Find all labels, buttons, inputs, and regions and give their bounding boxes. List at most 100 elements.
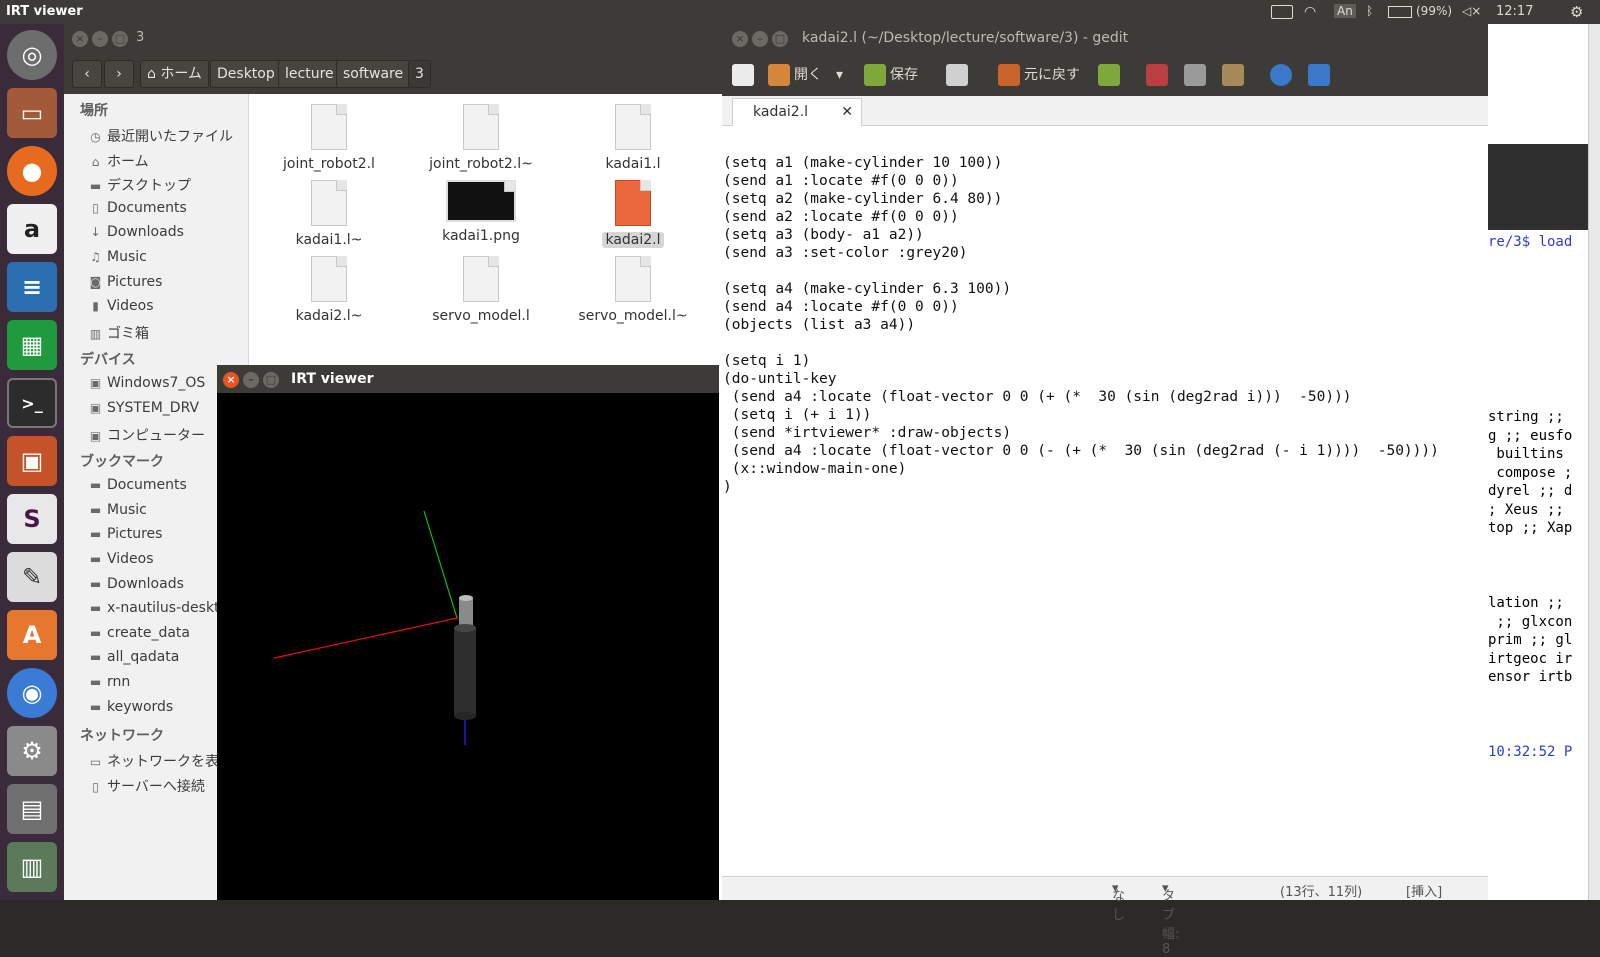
paste-button[interactable] xyxy=(1222,62,1248,88)
print-button[interactable] xyxy=(946,62,972,88)
file-item[interactable]: servo_model.l xyxy=(411,256,551,324)
sidebar-place-item[interactable]: ▯ Documents xyxy=(88,200,187,216)
irt-viewer-titlebar[interactable]: × – □ IRT viewer xyxy=(217,365,719,393)
open-button[interactable]: 開く xyxy=(768,62,822,88)
file-item[interactable]: joint_robot2.l xyxy=(259,104,399,172)
search-button[interactable] xyxy=(1270,62,1296,88)
sidebar-place-item[interactable]: ↓ Downloads xyxy=(88,224,183,240)
file-manager-titlebar[interactable]: × – □ 3 xyxy=(64,24,732,54)
sidebar-bookmark-item[interactable]: ▬ Pictures xyxy=(88,526,163,542)
workspace-icon[interactable]: ▤ xyxy=(7,784,57,834)
save-button[interactable]: 保存 xyxy=(864,62,918,88)
terminal-scrollbar[interactable] xyxy=(1588,24,1600,900)
file-item[interactable]: kadai1.l xyxy=(563,104,703,172)
path-lecture-button[interactable]: lecture xyxy=(278,60,341,88)
battery-icon[interactable] xyxy=(1388,6,1412,18)
replace-button[interactable] xyxy=(1308,62,1334,88)
sidebar-network-item[interactable]: ▭ ネットワークを表示 xyxy=(88,751,233,771)
volume-icon[interactable]: ◁× xyxy=(1462,4,1481,18)
file-item[interactable]: kadai2.l~ xyxy=(259,256,399,324)
file-item[interactable]: servo_model.l~ xyxy=(563,256,703,324)
clock[interactable]: 12:17 xyxy=(1496,4,1533,19)
maximize-icon[interactable]: □ xyxy=(772,31,788,47)
close-tab-icon[interactable]: ✕ xyxy=(841,99,853,125)
sidebar-device-item[interactable]: ▣ Windows7_OS xyxy=(88,375,205,391)
viewer-canvas[interactable] xyxy=(217,393,719,900)
folder-icon: ▬ xyxy=(89,601,102,616)
sidebar-bookmark-item[interactable]: ▬ create_data xyxy=(88,625,190,641)
minimize-icon[interactable]: – xyxy=(243,372,259,388)
forward-button[interactable]: › xyxy=(104,60,134,88)
sidebar-device-item[interactable]: ▣ SYSTEM_DRV xyxy=(88,400,199,416)
folder-icon: ▬ xyxy=(89,650,102,665)
undo-button[interactable]: 元に戻す xyxy=(998,62,1080,88)
sidebar-bookmark-item[interactable]: ▬ x-nautilus-deskt xyxy=(88,600,220,616)
gedit-titlebar[interactable]: × – □ kadai2.l (~/Desktop/lecture/softwa… xyxy=(722,24,1488,54)
sidebar-network-item[interactable]: ▯ サーバーへ接続 xyxy=(88,776,205,796)
sidebar-place-item[interactable]: ◷ 最近開いたファイル xyxy=(88,126,233,146)
minimize-icon[interactable]: – xyxy=(92,31,108,47)
settings-icon[interactable]: ⚙ xyxy=(7,726,57,776)
maximize-icon[interactable]: □ xyxy=(112,31,128,47)
sidebar-bookmark-item[interactable]: ▬ Documents xyxy=(88,477,187,493)
file-item[interactable]: kadai1.l~ xyxy=(259,180,399,248)
sidebar-bookmark-item[interactable]: ▬ Downloads xyxy=(88,576,184,592)
sidebar-place-item[interactable]: ▬ デスクトップ xyxy=(88,175,191,195)
sidebar-place-item[interactable]: ▮ Videos xyxy=(88,298,153,314)
battery-percent[interactable]: (99%) xyxy=(1416,4,1452,18)
maximize-icon[interactable]: □ xyxy=(263,372,279,388)
sidebar-bookmark-item[interactable]: ▬ Music xyxy=(88,502,147,518)
file-item[interactable]: joint_robot2.l~ xyxy=(411,104,551,172)
sidebar-bookmark-item[interactable]: ▬ Videos xyxy=(88,551,154,567)
language-selector[interactable]: なし ▾ xyxy=(1112,881,1125,923)
text-editor-icon[interactable]: ✎ xyxy=(7,552,57,602)
cut-button[interactable] xyxy=(1146,62,1172,88)
tab-width-selector[interactable]: タブ幅: 8 ▾ xyxy=(1162,881,1179,957)
software-center-icon[interactable]: A xyxy=(7,610,57,660)
slack-icon[interactable]: S xyxy=(7,494,57,544)
sidebar-place-item[interactable]: ♫ Music xyxy=(88,249,147,265)
input-method-indicator[interactable]: An xyxy=(1334,4,1356,18)
bluetooth-icon[interactable]: ᛒ xyxy=(1366,4,1373,18)
code-editor[interactable]: (setq a1 (make-cylinder 10 100)) (send a1… xyxy=(722,126,1488,876)
path-current-button[interactable]: 3 xyxy=(408,60,431,88)
chromium-icon[interactable]: ◉ xyxy=(7,668,57,718)
folder-icon: ▬ xyxy=(89,699,102,714)
calc-icon[interactable]: ▦ xyxy=(7,320,57,370)
gear-icon[interactable]: ⚙ xyxy=(1570,3,1583,21)
terminal-window[interactable]: re/3$ load string ;; g ;; eusfo builtins … xyxy=(1488,24,1600,900)
sidebar-bookmark-item[interactable]: ▬ rnn xyxy=(88,674,130,690)
redo-button[interactable] xyxy=(1098,62,1124,88)
path-desktop-button[interactable]: Desktop xyxy=(210,60,282,88)
writer-icon[interactable]: ≡ xyxy=(7,262,57,312)
sidebar-bookmark-item[interactable]: ▬ all_qadata xyxy=(88,649,180,665)
sidebar-place-item[interactable]: ⌂ ホーム xyxy=(88,151,149,171)
amazon-icon[interactable]: a xyxy=(7,204,57,254)
tab-kadai2[interactable]: kadai2.l ✕ xyxy=(732,98,862,126)
new-document-button[interactable] xyxy=(732,62,758,88)
keyboard-icon[interactable] xyxy=(1271,5,1293,19)
impress-icon[interactable]: ▣ xyxy=(7,436,57,486)
terminal-icon[interactable]: >_ xyxy=(7,378,57,428)
back-button[interactable]: ‹ xyxy=(72,60,102,88)
close-icon[interactable]: × xyxy=(732,31,748,47)
file-item[interactable]: kadai1.png xyxy=(411,180,551,244)
sidebar-bookmark-item[interactable]: ▬ keywords xyxy=(88,699,173,715)
path-software-button[interactable]: software xyxy=(336,60,411,88)
trash-icon[interactable]: ▥ xyxy=(7,842,57,892)
firefox-icon[interactable]: ● xyxy=(7,146,57,196)
wifi-icon[interactable]: ◠ xyxy=(1304,4,1316,20)
path-home-button[interactable]: ⌂ ホーム xyxy=(140,60,209,88)
open-dropdown-button[interactable]: ▾ xyxy=(836,62,843,88)
copy-button[interactable] xyxy=(1184,62,1210,88)
close-icon[interactable]: × xyxy=(223,372,239,388)
close-icon[interactable]: × xyxy=(72,31,88,47)
file-item[interactable]: kadai2.l xyxy=(563,180,703,248)
minimize-icon[interactable]: – xyxy=(752,31,768,47)
search-icon xyxy=(1270,64,1292,86)
sidebar-place-item[interactable]: ▥ ゴミ箱 xyxy=(88,323,149,343)
files-icon[interactable]: ▭ xyxy=(7,88,57,138)
sidebar-place-item[interactable]: ◙ Pictures xyxy=(88,274,163,290)
sidebar-device-item[interactable]: ▣ コンピューター xyxy=(88,425,205,445)
ubuntu-logo-icon[interactable]: ◎ xyxy=(7,30,57,80)
